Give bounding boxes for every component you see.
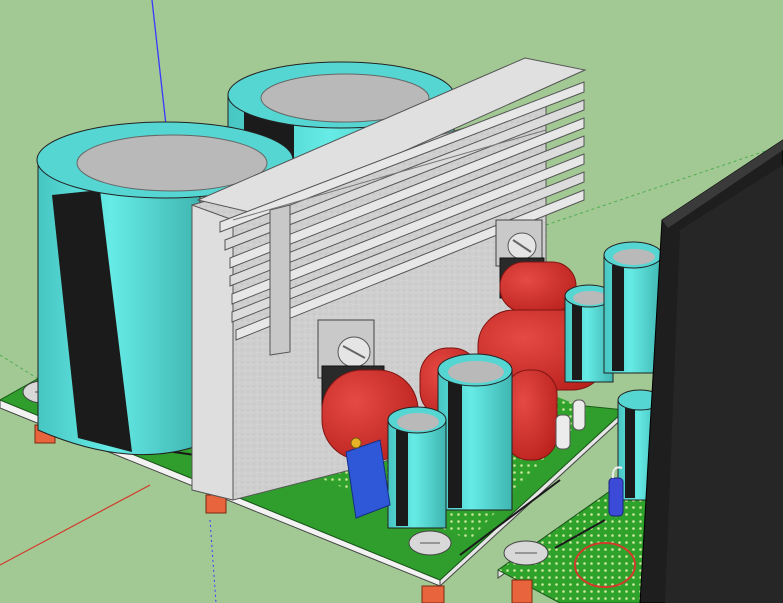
electrolytic-capacitor-small-front[interactable] — [387, 406, 447, 529]
3d-scene-viewport[interactable] — [0, 0, 783, 603]
electrolytic-capacitor-medium-center[interactable] — [437, 353, 513, 511]
electrolytic-capacitor-tall-right[interactable] — [603, 241, 663, 374]
